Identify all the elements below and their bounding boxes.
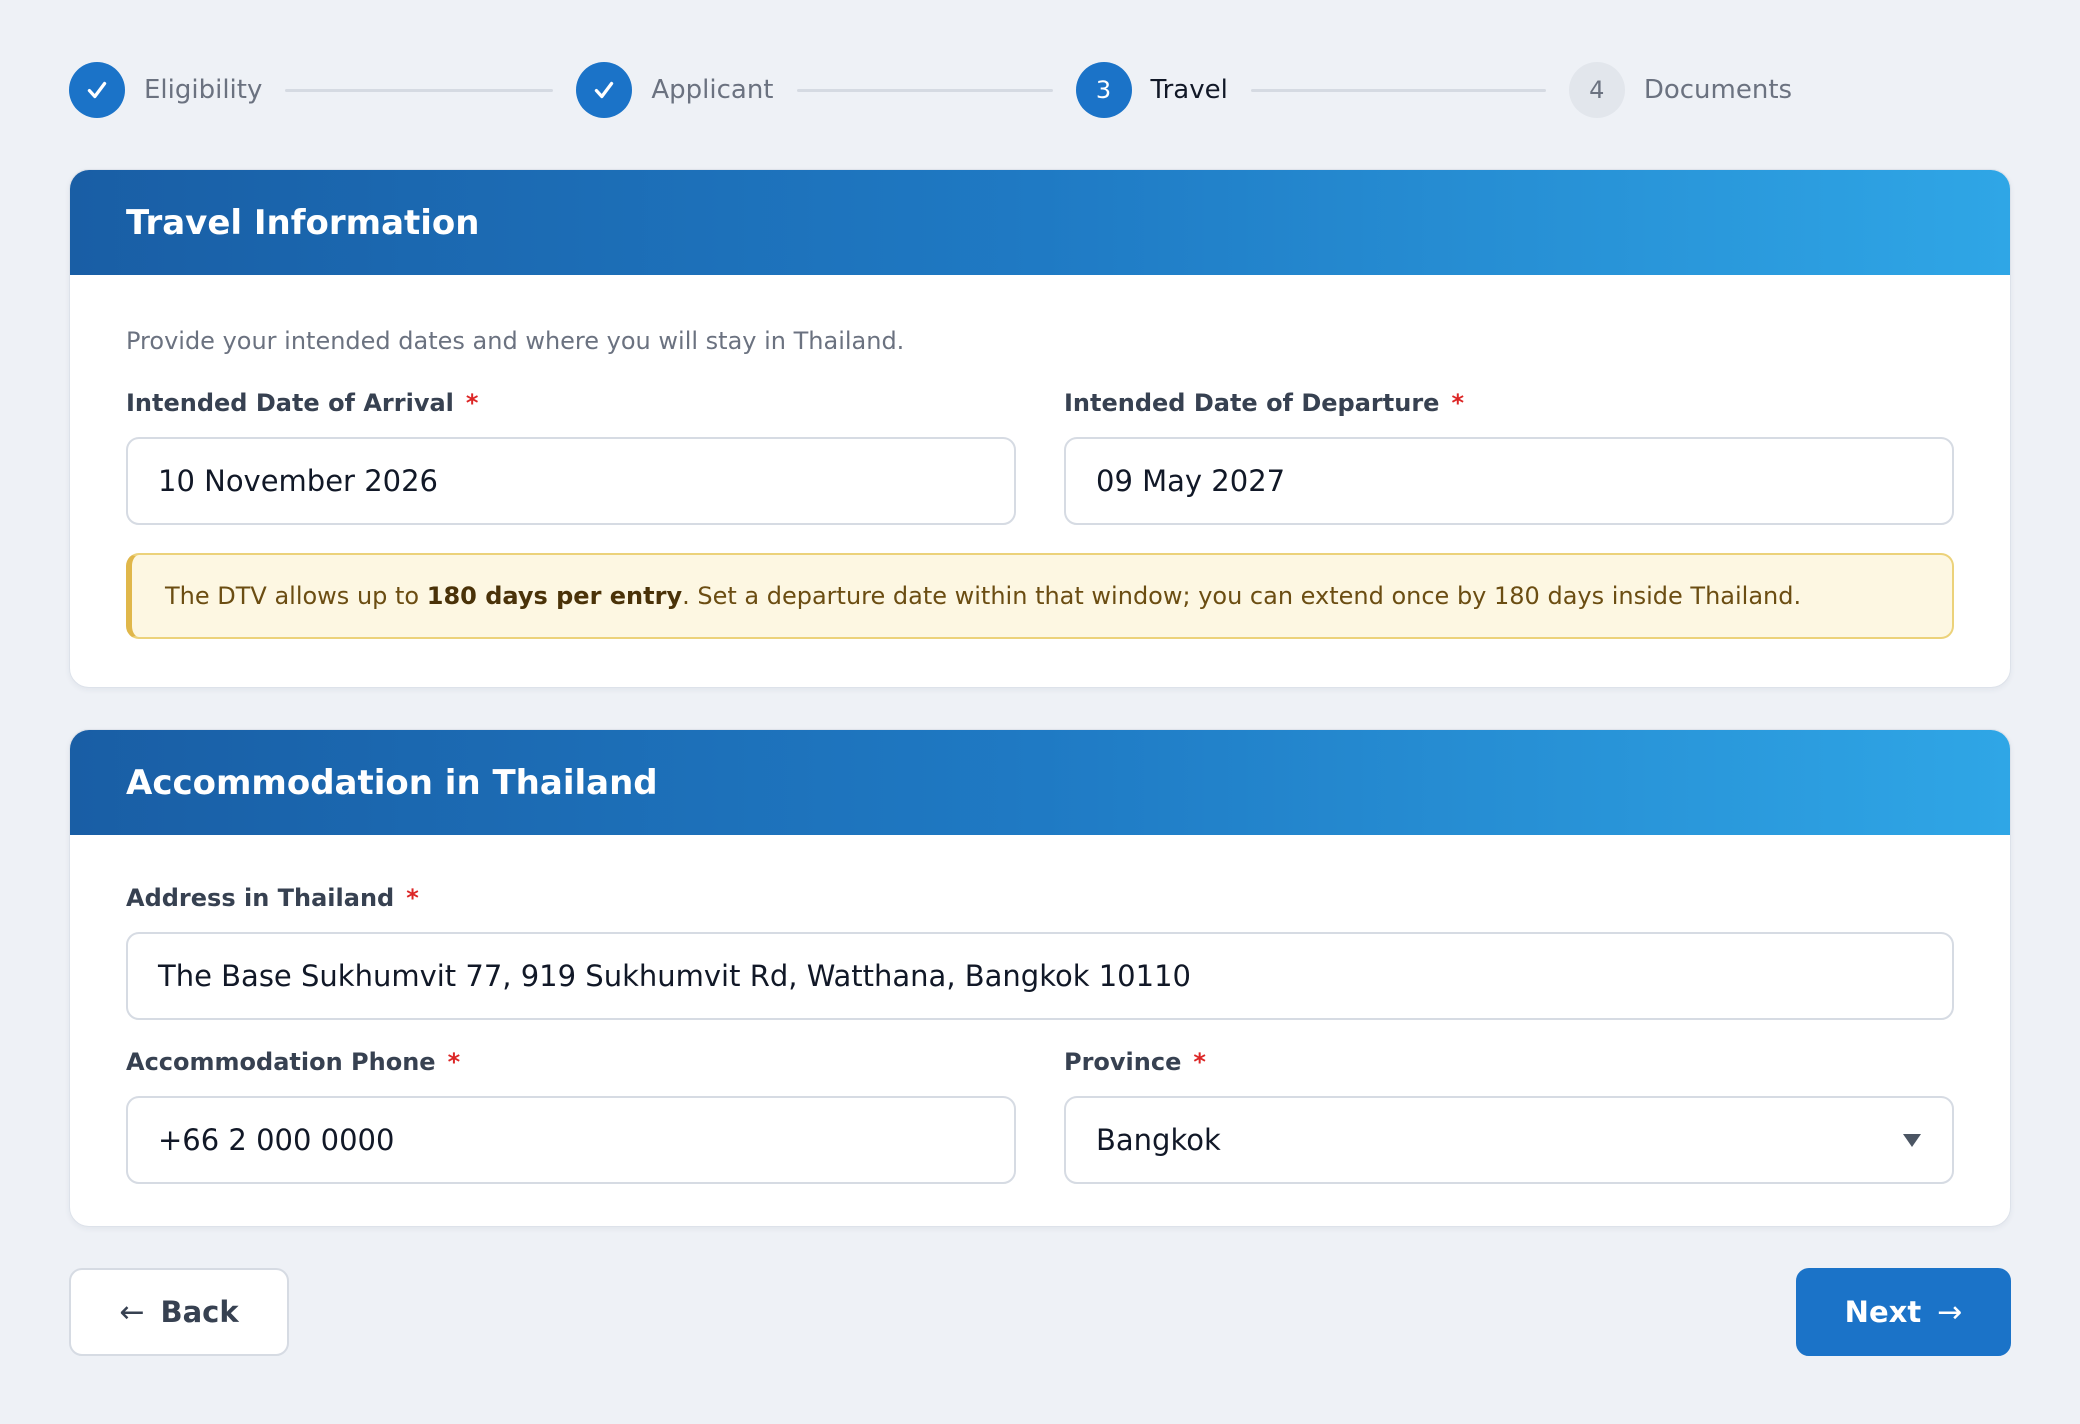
next-button-label: Next bbox=[1844, 1295, 1922, 1329]
field-label: Accommodation Phone * bbox=[126, 1047, 1016, 1077]
input-value: The Base Sukhumvit 77, 919 Sukhumvit Rd,… bbox=[158, 959, 1191, 993]
field-label: Intended Date of Arrival * bbox=[126, 388, 1016, 418]
input-value: +66 2 000 0000 bbox=[158, 1123, 395, 1157]
card-title: Accommodation in Thailand bbox=[126, 762, 658, 803]
back-button[interactable]: ← Back bbox=[69, 1268, 289, 1356]
step-connector bbox=[796, 88, 1053, 92]
checkmark-icon bbox=[87, 81, 107, 99]
notice-suffix: . Set a departure date within that windo… bbox=[682, 582, 1802, 610]
step-applicant[interactable]: Applicant bbox=[576, 62, 774, 118]
section-intro: Provide your intended dates and where yo… bbox=[126, 327, 905, 355]
step-connector bbox=[1250, 88, 1546, 92]
card-title: Travel Information bbox=[126, 202, 480, 243]
step-complete-badge bbox=[576, 62, 633, 118]
progress-stepper: Eligibility Applicant 3 Travel 4 Documen… bbox=[69, 62, 1829, 118]
next-button[interactable]: Next → bbox=[1796, 1268, 2011, 1356]
notice-text: The DTV allows up to 180 days per entry.… bbox=[165, 582, 1801, 610]
step-label: Travel bbox=[1150, 75, 1228, 105]
phone-field: Accommodation Phone * +66 2 000 0000 bbox=[126, 1047, 1016, 1184]
travel-information-card: Travel Information Provide your intended… bbox=[69, 169, 2011, 688]
arrival-date-field: Intended Date of Arrival * 10 November 20… bbox=[126, 388, 1016, 525]
step-eligibility[interactable]: Eligibility bbox=[69, 62, 262, 118]
step-connector bbox=[285, 88, 554, 92]
accommodation-card: Accommodation in Thailand Address in Tha… bbox=[69, 729, 2011, 1227]
province-label: Province bbox=[1064, 1048, 1182, 1076]
address-label: Address in Thailand bbox=[126, 884, 395, 912]
arrow-left-icon: ← bbox=[119, 1294, 145, 1330]
dropdown-arrow-icon bbox=[1903, 1134, 1921, 1147]
step-label: Applicant bbox=[651, 75, 774, 105]
input-value: 09 May 2027 bbox=[1096, 464, 1286, 498]
select-value: Bangkok bbox=[1096, 1123, 1221, 1157]
step-number-badge: 4 bbox=[1568, 62, 1625, 118]
field-label: Intended Date of Departure * bbox=[1064, 388, 1954, 418]
required-mark: * bbox=[1451, 389, 1464, 417]
departure-date-field: Intended Date of Departure * 09 May 2027 bbox=[1064, 388, 1954, 525]
required-mark: * bbox=[406, 884, 419, 912]
checkmark-icon bbox=[595, 81, 614, 99]
departure-date-label: Intended Date of Departure bbox=[1064, 389, 1440, 417]
notice-prefix: The DTV allows up to bbox=[165, 582, 427, 610]
card-body: Address in Thailand * The Base Sukhumvit … bbox=[70, 835, 2010, 1226]
arrival-date-input[interactable]: 10 November 2026 bbox=[126, 437, 1016, 525]
step-complete-badge bbox=[69, 62, 125, 118]
arrow-right-icon: → bbox=[1937, 1294, 1963, 1330]
card-body: Provide your intended dates and where yo… bbox=[70, 275, 2010, 687]
address-field: Address in Thailand * The Base Sukhumvit … bbox=[126, 883, 1954, 1020]
step-label: Documents bbox=[1643, 75, 1793, 105]
input-value: 10 November 2026 bbox=[158, 464, 439, 498]
step-travel[interactable]: 3 Travel bbox=[1075, 62, 1228, 118]
phone-label: Accommodation Phone bbox=[126, 1048, 436, 1076]
dtv-notice: The DTV allows up to 180 days per entry.… bbox=[126, 553, 1954, 639]
field-label: Province * bbox=[1064, 1047, 1954, 1077]
required-mark: * bbox=[447, 1048, 461, 1076]
notice-emphasis: 180 days per entry bbox=[426, 582, 683, 610]
phone-input[interactable]: +66 2 000 0000 bbox=[126, 1096, 1016, 1184]
step-documents[interactable]: 4 Documents bbox=[1568, 62, 1793, 118]
departure-date-input[interactable]: 09 May 2027 bbox=[1064, 437, 1954, 525]
card-header: Travel Information bbox=[70, 170, 2010, 275]
province-select[interactable]: Bangkok bbox=[1064, 1096, 1954, 1184]
field-label: Address in Thailand * bbox=[126, 883, 1954, 913]
step-number-badge: 3 bbox=[1075, 62, 1132, 118]
page: Eligibility Applicant 3 Travel 4 Documen… bbox=[0, 0, 2080, 1424]
required-mark: * bbox=[465, 389, 479, 417]
arrival-date-label: Intended Date of Arrival bbox=[126, 389, 454, 417]
card-header: Accommodation in Thailand bbox=[70, 730, 2010, 835]
back-button-label: Back bbox=[160, 1295, 239, 1329]
step-label: Eligibility bbox=[144, 75, 263, 105]
address-input[interactable]: The Base Sukhumvit 77, 919 Sukhumvit Rd,… bbox=[126, 932, 1954, 1020]
province-field: Province * Bangkok bbox=[1064, 1047, 1954, 1184]
required-mark: * bbox=[1193, 1048, 1206, 1076]
